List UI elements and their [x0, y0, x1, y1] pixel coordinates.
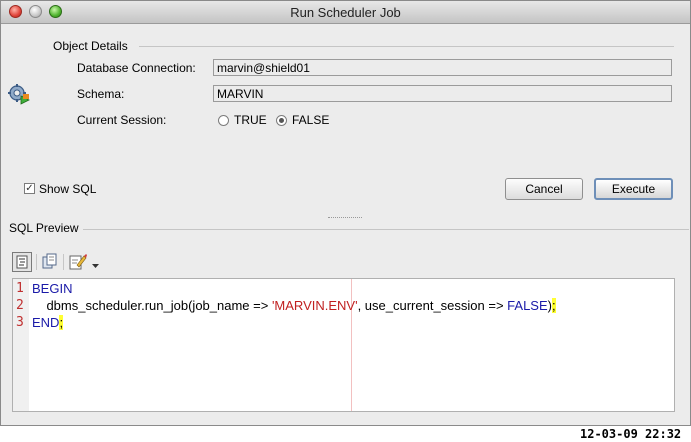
timestamp: 12-03-09 22:32 — [580, 427, 682, 441]
current-session-label: Current Session: — [77, 113, 167, 127]
radio-true[interactable] — [218, 115, 229, 126]
dialog-window: Run Scheduler Job Object Details Databas… — [0, 0, 691, 426]
string-literal: 'MARVIN.ENV' — [271, 298, 358, 313]
cancel-button[interactable]: Cancel — [505, 178, 583, 200]
db-connection-field: marvin@shield01 — [213, 59, 672, 76]
window-title: Run Scheduler Job — [290, 5, 401, 20]
radio-false-label[interactable]: FALSE — [292, 113, 329, 127]
toolbar-separator — [36, 254, 37, 270]
sql-preview-divider — [83, 229, 689, 230]
keyword-end: END — [32, 315, 60, 330]
radio-true-label[interactable]: TRUE — [234, 113, 267, 127]
execute-button[interactable]: Execute — [594, 178, 673, 200]
code-line-1: BEGIN — [32, 281, 72, 296]
dropdown-arrow-icon[interactable] — [92, 258, 99, 272]
schema-field: MARVIN — [213, 85, 672, 102]
radio-false[interactable] — [276, 115, 287, 126]
toolbar-separator — [63, 254, 64, 270]
schema-label: Schema: — [77, 87, 125, 101]
code-line-2: dbms_scheduler.run_job(job_name => 'MARV… — [32, 298, 556, 313]
line-number: 2 — [16, 298, 24, 313]
object-details-label: Object Details — [53, 39, 128, 53]
code-args: , use_current_session => — [357, 298, 508, 313]
code-call: dbms_scheduler.run_job(job_name => — [32, 298, 272, 313]
db-connection-label: Database Connection: — [77, 61, 196, 75]
line-number-gutter: 1 2 3 — [13, 279, 29, 411]
scheduler-job-icon — [7, 82, 31, 106]
copy-icon[interactable] — [40, 252, 60, 272]
line-number: 1 — [16, 281, 24, 296]
line-number: 3 — [16, 315, 24, 330]
edit-icon[interactable] — [67, 252, 87, 272]
semicolon-highlight: ; — [551, 298, 556, 313]
sql-preview-label: SQL Preview — [9, 221, 79, 235]
code-line-3: END; — [32, 315, 64, 330]
format-icon[interactable] — [12, 252, 32, 272]
keyword-begin: BEGIN — [32, 281, 73, 296]
title-bar: Run Scheduler Job — [1, 1, 690, 24]
show-sql-label[interactable]: Show SQL — [39, 182, 96, 196]
sql-editor[interactable]: 1 2 3 BEGIN dbms_scheduler.run_job(job_n… — [12, 278, 675, 412]
object-details-divider — [139, 46, 674, 47]
keyword-false: FALSE — [507, 298, 548, 313]
show-sql-checkbox[interactable]: ✓ — [24, 183, 35, 194]
semicolon-highlight: ; — [59, 315, 64, 330]
splitter-handle[interactable] — [328, 217, 362, 218]
